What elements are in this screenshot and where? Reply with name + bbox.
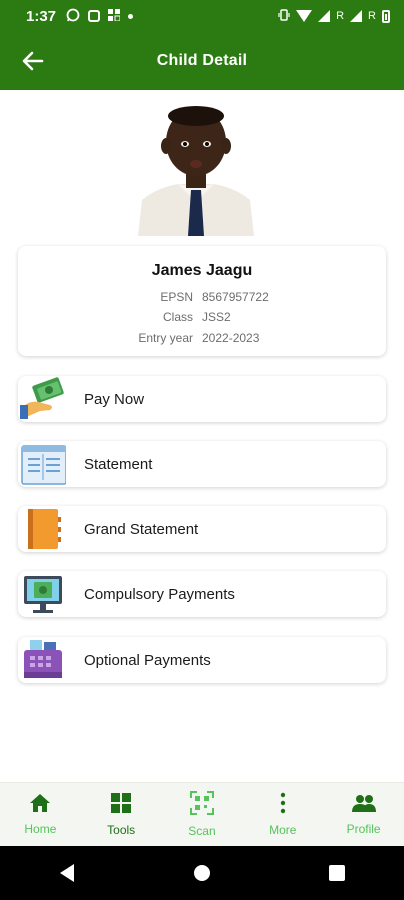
child-photo [136,104,256,236]
nav-more[interactable]: More [243,792,323,837]
network-label-2: R [368,10,376,22]
notebook-icon [20,507,66,551]
whatsapp-icon [66,8,80,25]
menu-item-compulsory-payments[interactable]: Compulsory Payments [18,571,386,617]
system-recents-button[interactable] [317,853,357,893]
monitor-money-icon [20,572,66,616]
menu-label: Optional Payments [84,651,211,669]
back-arrow-icon[interactable] [20,48,46,74]
info-label: Entry year [138,331,193,345]
signal-icon [318,10,331,22]
menu-item-grand-statement[interactable]: Grand Statement [18,506,386,552]
menu-item-pay-now[interactable]: Pay Now [18,376,386,422]
page-title: Child Detail [156,52,248,69]
system-back-button[interactable] [47,853,87,893]
grid-notification-icon [108,8,121,24]
info-value: 8567957722 [202,290,269,304]
nav-scan[interactable]: Scan [162,791,242,838]
network-label-1: R [336,10,345,22]
menu-label: Statement [84,455,153,473]
home-icon [29,793,51,818]
child-name: James Jaagu [151,262,253,279]
child-info-card: James Jaagu EPSN 8567957722 Class JSS2 E… [18,246,386,356]
nav-label: More [269,823,297,837]
nav-label: Tools [107,823,136,837]
nav-tools[interactable]: Tools [81,792,161,837]
people-icon [351,793,377,818]
info-value: JSS2 [202,310,231,324]
menu-label: Grand Statement [84,520,199,538]
system-icons: R R [278,8,390,24]
qr-scan-icon [189,791,214,820]
money-hand-icon [20,377,66,421]
statement-icon [20,442,67,486]
info-label: Class [162,310,193,324]
menu-label: Compulsory Payments [84,585,235,603]
info-value: 2022-2023 [202,331,260,345]
nav-home[interactable]: Home [0,793,80,836]
system-home-button[interactable] [182,853,222,893]
nav-label: Profile [346,822,381,836]
status-time: 1:37 [26,7,57,25]
info-label: EPSN [160,290,193,304]
notification-icons [66,8,134,25]
bottom-navigation: Home Tools Scan More Profile [0,782,404,846]
vibrate-icon [278,8,290,24]
cash-register-icon [20,638,66,682]
app-bar: Child Detail [0,32,404,90]
battery-icon [382,9,390,23]
signal-icon-2 [350,10,363,22]
more-notifications-dot [128,13,134,19]
nav-label: Home [24,822,57,836]
menu-label: Pay Now [84,390,145,408]
tools-grid-icon [110,792,132,819]
status-bar: 1:37 R R [0,0,404,32]
nav-label: Scan [188,824,216,838]
nav-profile[interactable]: Profile [324,793,404,836]
wifi-icon [296,10,313,22]
menu-item-statement[interactable]: Statement [18,441,386,487]
app-notification-icon [88,10,101,22]
menu-item-optional-payments[interactable]: Optional Payments [18,637,386,683]
more-vertical-icon [279,792,287,819]
system-navigation-bar [0,846,404,900]
